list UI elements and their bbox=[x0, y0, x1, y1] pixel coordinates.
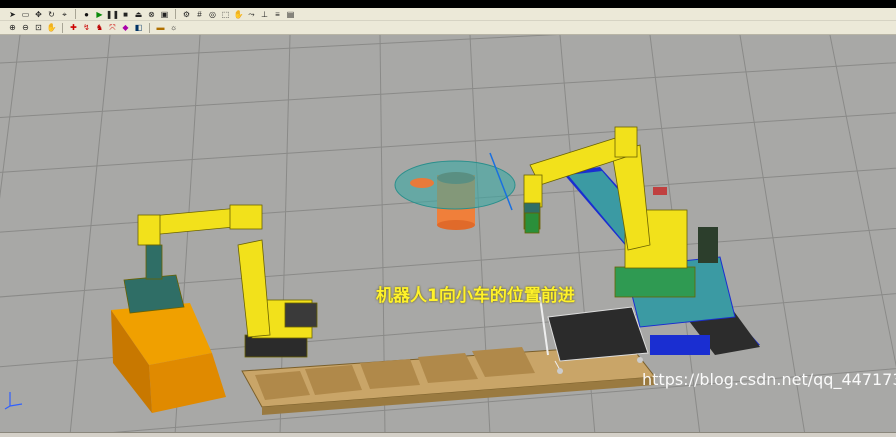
light-icon[interactable]: ☼ bbox=[169, 23, 178, 32]
grid-icon[interactable]: # bbox=[195, 10, 204, 19]
jog-icon[interactable]: ✚ bbox=[69, 23, 78, 32]
view-toolbar: ⊕ ⊖ ⊡ ✋ ✚ ↯ ♞ ⤧ ◆ ◧ ▬ ☼ bbox=[0, 21, 896, 35]
toolbar-separator bbox=[149, 22, 150, 33]
zoom-fit-icon[interactable]: ⊡ bbox=[34, 23, 43, 32]
toolbar-separator bbox=[75, 9, 76, 19]
view-icon[interactable]: ◧ bbox=[134, 23, 143, 32]
tool-icon[interactable]: ⚙ bbox=[182, 10, 191, 19]
stop-icon[interactable]: ■ bbox=[121, 10, 130, 19]
play-icon[interactable]: ▶ bbox=[95, 10, 104, 19]
frame-icon[interactable]: ⬚ bbox=[221, 10, 230, 19]
axes-icon bbox=[4, 392, 23, 410]
status-bar bbox=[0, 432, 896, 437]
eject-icon[interactable]: ⏏ bbox=[134, 10, 143, 19]
measure-icon[interactable]: ▬ bbox=[156, 23, 165, 32]
round-table bbox=[394, 152, 516, 230]
frame-icon[interactable]: ⤧ bbox=[108, 23, 117, 32]
move-icon[interactable]: ✥ bbox=[34, 10, 43, 19]
record-icon[interactable]: ● bbox=[82, 10, 91, 19]
toolbar-separator bbox=[175, 9, 176, 19]
path-icon[interactable]: ⤳ bbox=[247, 10, 256, 19]
zoom-in-icon[interactable]: ⊕ bbox=[8, 23, 17, 32]
status-caption: 机器人1向小车的位置前进 bbox=[376, 286, 575, 306]
part-icon[interactable]: ◆ bbox=[121, 23, 130, 32]
zoom-out-icon[interactable]: ⊖ bbox=[21, 23, 30, 32]
joint-icon[interactable]: ↯ bbox=[82, 23, 91, 32]
title-strip bbox=[0, 0, 896, 8]
toolbar-separator bbox=[62, 22, 63, 33]
cancel-icon[interactable]: ⊗ bbox=[147, 10, 156, 19]
snap-icon[interactable]: ⌖ bbox=[60, 10, 69, 19]
pan-icon[interactable]: ✋ bbox=[47, 23, 57, 32]
roboguide-window: ➤ ▭ ✥ ↻ ⌖ ● ▶ ❚❚ ■ ⏏ ⊗ ▣ ⚙ # ◎ ⬚ ✋ ⤳ ⊥ ≡… bbox=[0, 0, 896, 437]
target-icon[interactable]: ◎ bbox=[208, 10, 217, 19]
select-icon[interactable]: ▭ bbox=[21, 10, 30, 19]
orange-box bbox=[111, 303, 226, 413]
axes-icon[interactable]: ⊥ bbox=[260, 10, 269, 19]
bar-icon[interactable]: ≡ bbox=[273, 10, 282, 19]
screen-icon[interactable]: ▣ bbox=[160, 10, 169, 19]
main-toolbar: ➤ ▭ ✥ ↻ ⌖ ● ▶ ❚❚ ■ ⏏ ⊗ ▣ ⚙ # ◎ ⬚ ✋ ⤳ ⊥ ≡… bbox=[0, 8, 896, 21]
pointer-icon[interactable]: ➤ bbox=[8, 10, 17, 19]
rotate-icon[interactable]: ↻ bbox=[47, 10, 56, 19]
table-icon[interactable]: ▤ bbox=[286, 10, 295, 19]
watermark: https://blog.csdn.net/qq_44717317 bbox=[642, 370, 896, 389]
pause-icon[interactable]: ❚❚ bbox=[106, 10, 119, 19]
robot-icon[interactable]: ♞ bbox=[95, 23, 104, 32]
teach-icon[interactable]: ✋ bbox=[234, 10, 244, 19]
